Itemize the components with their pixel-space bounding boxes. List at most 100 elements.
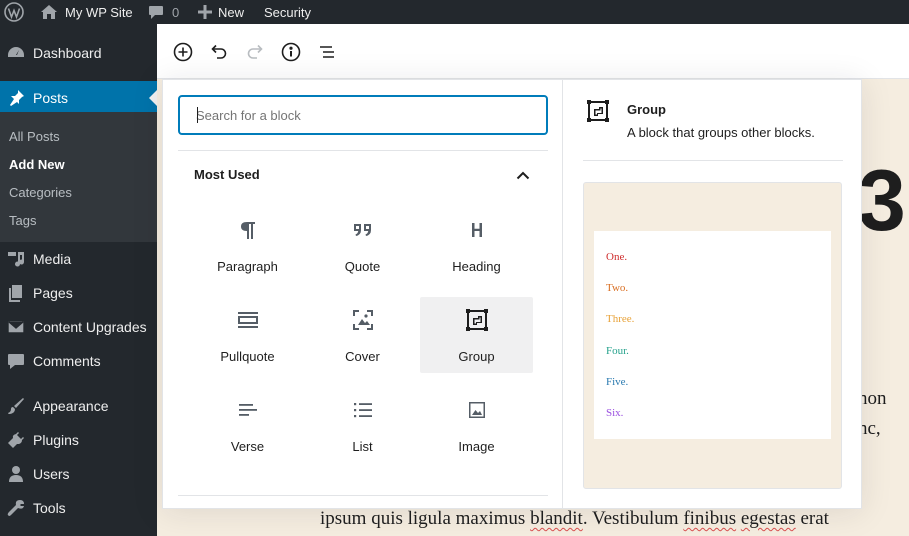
block-item-group[interactable]: Group (420, 297, 533, 373)
admin-menu: Dashboard Posts All Posts Add New Catego… (0, 24, 157, 536)
comments-link[interactable]: 0 (148, 0, 179, 24)
block-item-label: Pullquote (220, 349, 275, 364)
submenu-item-all-posts[interactable]: All Posts (9, 129, 60, 144)
group-icon (466, 309, 488, 331)
sidebar-item-comments[interactable]: Comments (0, 344, 157, 378)
sidebar-item-label: Plugins (33, 432, 79, 448)
sidebar-item-dashboard[interactable]: Dashboard (0, 36, 157, 70)
paragraph-icon (237, 219, 259, 241)
block-item-list[interactable]: List (306, 387, 419, 463)
security-label: Security (264, 4, 311, 20)
pin-icon (7, 89, 25, 107)
chevron-up-icon (516, 171, 530, 180)
dashboard-icon (7, 44, 25, 62)
block-item-pullquote[interactable]: Pullquote (191, 297, 304, 373)
plus-circle-icon (173, 42, 193, 62)
new-content-link[interactable]: New (198, 0, 244, 24)
content-text: . Vestibulum (582, 508, 684, 529)
misspelled-word: egestas (740, 508, 796, 529)
sidebar-item-label: Appearance (33, 398, 109, 414)
panel-collapse-button[interactable] (514, 166, 532, 184)
preview-list-item: Six. (606, 407, 624, 419)
sidebar-item-label: Tools (33, 500, 66, 516)
sidebar-item-plugins[interactable]: Plugins (0, 423, 157, 457)
divider (583, 160, 843, 161)
comments-count: 0 (172, 4, 180, 20)
block-item-label: Group (458, 349, 495, 364)
sidebar-item-label: Comments (33, 353, 101, 369)
list-icon (352, 399, 374, 421)
sidebar-item-media[interactable]: Media (0, 242, 157, 276)
block-item-quote[interactable]: Quote (306, 207, 419, 283)
sidebar-item-tools[interactable]: Tools (0, 491, 157, 525)
pages-icon (7, 284, 25, 302)
plug-icon (7, 431, 25, 449)
image-icon (466, 399, 488, 421)
info-button[interactable] (279, 40, 303, 64)
submenu-item-tags[interactable]: Tags (9, 213, 36, 228)
block-item-label: List (352, 439, 373, 454)
quote-icon (352, 219, 374, 241)
brush-icon (7, 397, 25, 415)
divider (178, 495, 548, 496)
add-block-button[interactable] (171, 40, 195, 64)
content-line-fragment: non (858, 388, 887, 409)
redo-button[interactable] (243, 40, 267, 64)
block-search-input[interactable] (178, 95, 548, 135)
sidebar-item-label: Posts (33, 90, 69, 106)
preview-list-item: Two. (606, 282, 629, 294)
comment-icon (148, 5, 164, 20)
block-item-label: Image (458, 439, 495, 454)
content-paragraph-line[interactable]: ipsum quis ligula maximus blandit. Vesti… (320, 508, 829, 530)
misspelled-word: finibus (683, 508, 737, 529)
site-name-link[interactable]: My WP Site (40, 0, 133, 24)
block-item-label: Verse (230, 439, 265, 454)
block-item-label: Heading (452, 259, 501, 274)
block-navigation-button[interactable] (315, 40, 339, 64)
editor-toolbar (157, 24, 909, 79)
divider (178, 150, 548, 151)
submenu-item-add-new[interactable]: Add New (9, 157, 65, 172)
sidebar-item-appearance[interactable]: Appearance (0, 389, 157, 423)
block-item-paragraph[interactable]: Paragraph (191, 207, 304, 283)
block-item-heading[interactable]: Heading (420, 207, 533, 283)
sidebar-item-label: Users (33, 466, 70, 482)
media-icon (7, 250, 25, 268)
site-name: My WP Site (65, 4, 133, 20)
sidebar-item-users[interactable]: Users (0, 457, 157, 491)
panel-title: Most Used (194, 167, 260, 182)
text-cursor (197, 107, 198, 123)
undo-button[interactable] (207, 40, 231, 64)
info-icon (281, 42, 301, 62)
wrench-icon (7, 499, 25, 517)
block-inserter-popover: Most Used Paragraph Quote Heading (162, 79, 862, 509)
cover-icon (352, 309, 374, 331)
inserter-block-list: Most Used Paragraph Quote Heading (163, 80, 563, 508)
sidebar-item-content-upgrades[interactable]: Content Upgrades (0, 310, 157, 344)
submenu-item-categories[interactable]: Categories (9, 185, 72, 200)
sidebar-item-label: Content Upgrades (33, 319, 147, 335)
security-link[interactable]: Security (264, 0, 311, 24)
sidebar-item-pages[interactable]: Pages (0, 276, 157, 310)
user-icon (7, 465, 25, 483)
posts-submenu: All Posts Add New Categories Tags (0, 112, 157, 242)
preview-block-name: Group (627, 102, 666, 117)
verse-icon (237, 399, 259, 421)
preview-list-item: Four. (606, 345, 629, 357)
wordpress-logo-icon[interactable] (4, 0, 24, 24)
undo-icon (209, 42, 229, 62)
heading-icon (466, 219, 488, 241)
block-item-image[interactable]: Image (420, 387, 533, 463)
sidebar-item-label: Pages (33, 285, 73, 301)
post-title-fragment: 3 (858, 153, 906, 249)
block-item-label: Paragraph (217, 259, 278, 274)
block-item-verse[interactable]: Verse (191, 387, 304, 463)
misspelled-word: blandit (530, 508, 583, 529)
sidebar-item-label: Dashboard (33, 45, 102, 61)
sidebar-item-posts[interactable]: Posts (0, 81, 157, 115)
comment-icon (7, 352, 25, 370)
content-text: ipsum quis ligula maximus (320, 508, 531, 529)
redo-icon (245, 42, 265, 62)
block-item-cover[interactable]: Cover (306, 297, 419, 373)
envelope-icon (7, 318, 25, 336)
